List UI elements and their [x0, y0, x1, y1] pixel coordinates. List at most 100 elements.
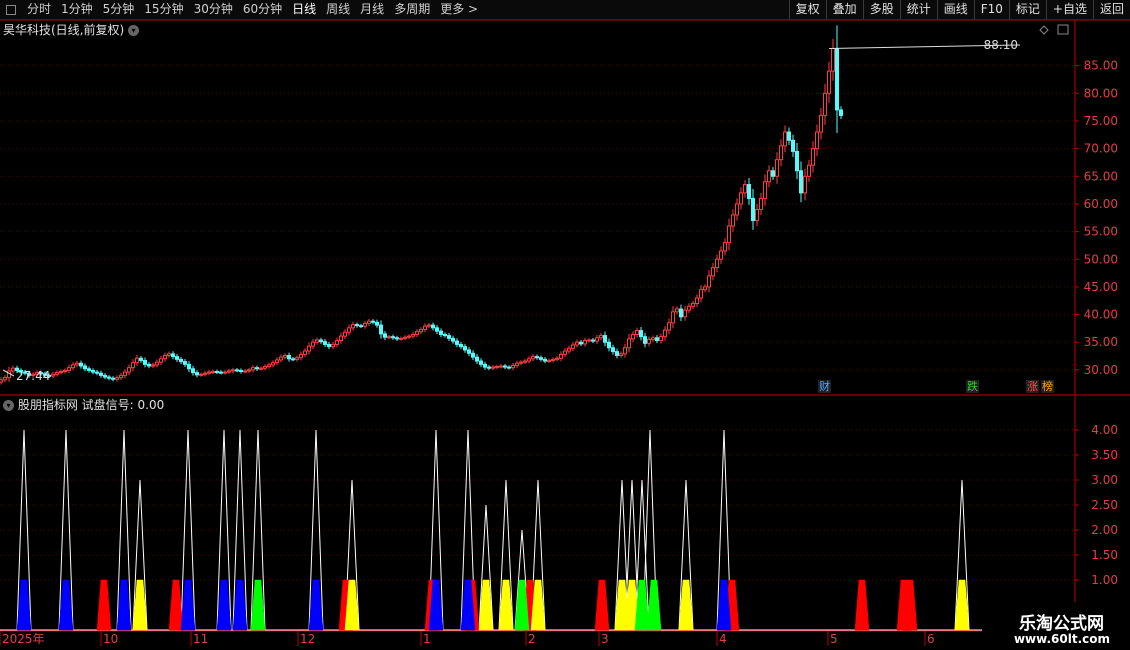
- candle: [511, 363, 515, 371]
- candle: [671, 306, 675, 329]
- candle-body: [347, 327, 351, 333]
- candle-body: [623, 347, 627, 355]
- candle: [95, 370, 99, 376]
- x-axis-label: 3: [601, 632, 609, 646]
- candle-body: [511, 364, 515, 369]
- candle-body: [747, 184, 751, 199]
- candle: [179, 356, 183, 365]
- candle-body: [123, 371, 127, 376]
- candle: [375, 319, 379, 328]
- x-axis-label: 10: [103, 632, 118, 646]
- candle: [539, 355, 543, 362]
- candle: [227, 368, 231, 375]
- candle: [195, 370, 199, 378]
- candle: [775, 152, 779, 184]
- candle: [255, 365, 259, 371]
- candle: [291, 356, 295, 362]
- candle-body: [183, 361, 187, 365]
- candle: [635, 327, 639, 338]
- candle-body: [111, 377, 115, 380]
- candle-body: [839, 109, 843, 116]
- chart-canvas[interactable]: 85.00 80.00 75.00 70.00 65.00 60.00 55.00 50.00…: [0, 0, 1130, 650]
- candle-body: [147, 363, 151, 367]
- candle: [479, 358, 483, 368]
- candle-body: [235, 369, 239, 372]
- candle: [439, 328, 443, 338]
- candle-body: [151, 364, 155, 367]
- candle-body: [607, 341, 611, 349]
- candle: [779, 139, 783, 167]
- candle: [759, 192, 763, 215]
- candle-body: [543, 358, 547, 362]
- candle-body: [395, 337, 399, 340]
- candle-body: [611, 347, 615, 353]
- price-tick-label: 80.00: [1084, 86, 1118, 100]
- candle: [347, 324, 351, 336]
- candle-body: [335, 340, 339, 345]
- candle: [835, 25, 839, 134]
- price-tick-label: 70.00: [1084, 142, 1118, 156]
- candle-body: [459, 343, 463, 348]
- candle-body: [727, 225, 731, 244]
- candle-body: [499, 365, 503, 368]
- candle: [579, 339, 583, 347]
- candle-body: [195, 372, 199, 376]
- candle-body: [551, 358, 555, 361]
- candle-body: [671, 311, 675, 324]
- candle-body: [219, 371, 223, 374]
- candle-body: [71, 364, 75, 369]
- price-tag-0[interactable]: 财: [818, 380, 831, 393]
- price-tag-1[interactable]: 跌: [966, 380, 979, 393]
- candle-body: [791, 139, 795, 152]
- watermark-title: 乐淘公式网: [1019, 614, 1104, 634]
- candle: [303, 348, 307, 358]
- candle-body: [67, 367, 71, 371]
- candle: [559, 351, 563, 362]
- signal-bar: [180, 579, 196, 631]
- candle-body: [95, 371, 99, 374]
- candle: [487, 365, 491, 371]
- candle: [655, 335, 659, 344]
- candle-body: [455, 340, 459, 345]
- candle: [767, 165, 771, 188]
- candle: [739, 187, 743, 210]
- candle-body: [579, 341, 583, 345]
- candle-body: [735, 203, 739, 216]
- price-tag-2[interactable]: 涨: [1026, 380, 1039, 393]
- candle: [735, 198, 739, 221]
- candle: [431, 322, 435, 331]
- candle: [295, 355, 299, 362]
- price-tick-label: 50.00: [1084, 252, 1118, 266]
- candle: [183, 358, 187, 367]
- price-tag-3[interactable]: 榜: [1041, 380, 1054, 393]
- candle-body: [431, 324, 435, 329]
- signal-bar: [232, 579, 248, 631]
- candle-body: [291, 358, 295, 361]
- candle: [415, 329, 419, 338]
- candle: [563, 348, 567, 358]
- candle-body: [451, 337, 455, 342]
- candle-body: [175, 356, 179, 360]
- x-axis-label: 4: [719, 632, 727, 646]
- candle-body: [707, 275, 711, 288]
- candle: [283, 353, 287, 360]
- candle: [243, 369, 247, 374]
- signal-bar: [854, 579, 870, 631]
- candle-body: [563, 350, 567, 355]
- candle: [155, 359, 159, 368]
- candle: [755, 203, 759, 227]
- candle: [515, 360, 519, 368]
- candle: [67, 365, 71, 374]
- candle: [0, 377, 3, 385]
- candle-body: [203, 372, 207, 375]
- candle-body: [755, 208, 759, 222]
- candle-body: [523, 360, 527, 363]
- candle-body: [779, 145, 783, 161]
- indicator-tick-label: 3.50: [1091, 448, 1118, 462]
- candle-body: [75, 362, 79, 366]
- candle-body: [783, 131, 787, 147]
- candle: [435, 325, 439, 334]
- candle: [251, 365, 255, 373]
- candle-body: [367, 320, 371, 324]
- candle: [583, 337, 587, 347]
